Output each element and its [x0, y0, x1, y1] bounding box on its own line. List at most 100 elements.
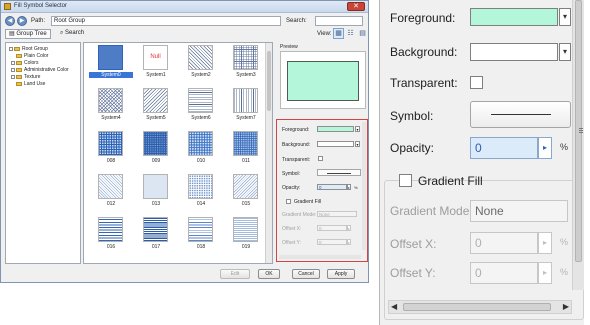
opacity-spin-icon[interactable]: ▸: [347, 184, 351, 190]
symbol-label: 018: [196, 244, 206, 250]
fill-symbol-selector-dialog: Fill Symbol Selector ✕ ◀ ▶ Path: Root Gr…: [0, 0, 369, 283]
ok-button[interactable]: OK: [258, 269, 280, 279]
offset-x-input[interactable]: 0: [470, 232, 538, 254]
horizontal-scrollbar[interactable]: ◀ ▶: [388, 300, 572, 314]
transparent-checkbox[interactable]: [318, 156, 323, 161]
symbol-thumbnail: [188, 174, 213, 199]
search-input[interactable]: [315, 16, 363, 26]
tree-item-label: Land Use: [24, 81, 46, 87]
list-view-icon[interactable]: ☷: [345, 28, 356, 39]
gallery-scrollbar[interactable]: [265, 43, 272, 263]
foreground-dropdown-icon[interactable]: ▾: [355, 126, 360, 132]
close-button[interactable]: ✕: [347, 2, 365, 11]
symbol-label: System5: [146, 115, 166, 121]
symbol-button[interactable]: [317, 169, 361, 176]
symbol-label: System1: [146, 72, 166, 78]
apply-button[interactable]: Apply: [327, 269, 355, 279]
tree-item-root[interactable]: Root Group: [9, 46, 48, 52]
scroll-right-icon[interactable]: ▶: [563, 302, 569, 312]
tree-item-colors[interactable]: Colors: [11, 60, 38, 66]
tab-search[interactable]: ⌕ Search: [57, 29, 87, 39]
symbol-label: 010: [196, 158, 206, 164]
back-arrow-icon[interactable]: ◀: [5, 16, 15, 26]
symbol-button[interactable]: [470, 101, 571, 128]
offset-x-spin-icon[interactable]: ▸: [538, 232, 552, 254]
expand-icon[interactable]: [11, 75, 15, 79]
scrollbar-thumb[interactable]: [575, 0, 583, 262]
scrollbar-thumb[interactable]: [403, 303, 551, 311]
tree-item-administrative-color[interactable]: Administrative Color: [11, 67, 69, 73]
foreground-dropdown-icon[interactable]: ▾: [559, 8, 571, 26]
scrollbar-thumb[interactable]: [267, 51, 271, 111]
folder-icon: [16, 82, 22, 86]
collapse-icon[interactable]: [9, 47, 13, 51]
offset-y-spin-icon[interactable]: ▸: [347, 239, 351, 245]
symbol-label: 015: [241, 201, 251, 207]
offset-y-unit: %: [560, 267, 569, 277]
symbol-thumbnail: [143, 174, 168, 199]
grip-icon: [579, 128, 583, 129]
gradient-mode-select[interactable]: None: [470, 200, 568, 222]
symbol-thumbnail: [233, 174, 258, 199]
details-view-icon[interactable]: ▤: [357, 28, 368, 39]
null-symbol-text: Null: [150, 54, 161, 60]
tab-search-label: Search: [65, 30, 85, 36]
forward-arrow-icon[interactable]: ▶: [17, 16, 27, 26]
properties-hscrollbar-small[interactable]: [279, 255, 361, 259]
symbol-thumbnail: [98, 174, 123, 199]
path-label: Path:: [31, 18, 46, 24]
foreground-label: Foreground:: [390, 11, 456, 25]
symbol-label: System2: [191, 72, 211, 78]
background-dropdown-icon[interactable]: ▾: [355, 141, 360, 147]
symbol-thumbnail: [98, 88, 123, 113]
symbol-thumbnail: [143, 131, 168, 156]
symbol-label: System4: [101, 115, 121, 121]
opacity-spin-icon[interactable]: ▸: [538, 137, 552, 159]
path-input[interactable]: Root Group: [51, 16, 281, 26]
offset-y-spin-icon[interactable]: ▸: [538, 262, 552, 284]
offset-x-spin-icon[interactable]: ▸: [347, 225, 351, 231]
preview-label: Preview: [280, 44, 298, 50]
symbol-thumbnail: [233, 217, 258, 242]
tree-item-texture[interactable]: Texture: [11, 74, 40, 80]
symbol-gallery: System0 Null System1 System2 System3 System4 S…: [83, 42, 273, 264]
folder-icon: [14, 47, 20, 51]
tab-group-tree[interactable]: ▤ Group Tree: [5, 29, 51, 39]
opacity-input[interactable]: 0: [317, 184, 347, 190]
gradient-fill-label: Gradient Fill: [418, 174, 483, 188]
vertical-scrollbar[interactable]: [572, 0, 584, 290]
symbol-label: 017: [151, 244, 161, 250]
gradient-mode-label: Gradient Mode:: [390, 204, 473, 218]
opacity-unit: %: [560, 142, 569, 152]
symbol-label: 011: [242, 158, 250, 164]
properties-scrollbar-small[interactable]: [362, 122, 366, 250]
transparent-checkbox[interactable]: [470, 76, 483, 89]
properties-panel-zoomed: Foreground: ▾ Background: ▾ Transparent:…: [379, 0, 584, 325]
background-dropdown-icon[interactable]: ▾: [559, 43, 571, 61]
edit-button[interactable]: Edit: [220, 269, 250, 279]
expand-icon[interactable]: [11, 61, 15, 65]
gradient-fill-checkbox[interactable]: [286, 199, 291, 204]
tree-item-plain-color[interactable]: Plain Color: [16, 53, 48, 59]
offset-y-input[interactable]: 0: [317, 239, 347, 245]
gradient-mode-select[interactable]: None: [317, 211, 357, 217]
preview-box: [280, 51, 366, 109]
offset-y-input[interactable]: 0: [470, 262, 538, 284]
foreground-color-swatch[interactable]: [317, 126, 354, 132]
offset-x-input[interactable]: 0: [317, 225, 347, 231]
scroll-left-icon[interactable]: ◀: [391, 302, 397, 312]
expand-icon[interactable]: [11, 68, 15, 72]
background-color-swatch[interactable]: [470, 43, 558, 61]
tree-item-land-use[interactable]: Land Use: [16, 81, 45, 87]
symbol-label: 008: [106, 158, 116, 164]
background-color-swatch[interactable]: [317, 141, 354, 147]
offset-y-label: Offset Y:: [390, 266, 436, 280]
opacity-input[interactable]: 0: [470, 137, 538, 159]
symbol-thumbnail: Null: [143, 45, 168, 70]
symbol-label: System6: [191, 115, 211, 121]
line-symbol-icon: [327, 173, 351, 174]
foreground-color-swatch[interactable]: [470, 8, 558, 26]
large-icons-view-icon[interactable]: ▦: [333, 28, 344, 39]
cancel-button[interactable]: Cancel: [292, 269, 320, 279]
gradient-fill-checkbox[interactable]: [399, 174, 412, 187]
